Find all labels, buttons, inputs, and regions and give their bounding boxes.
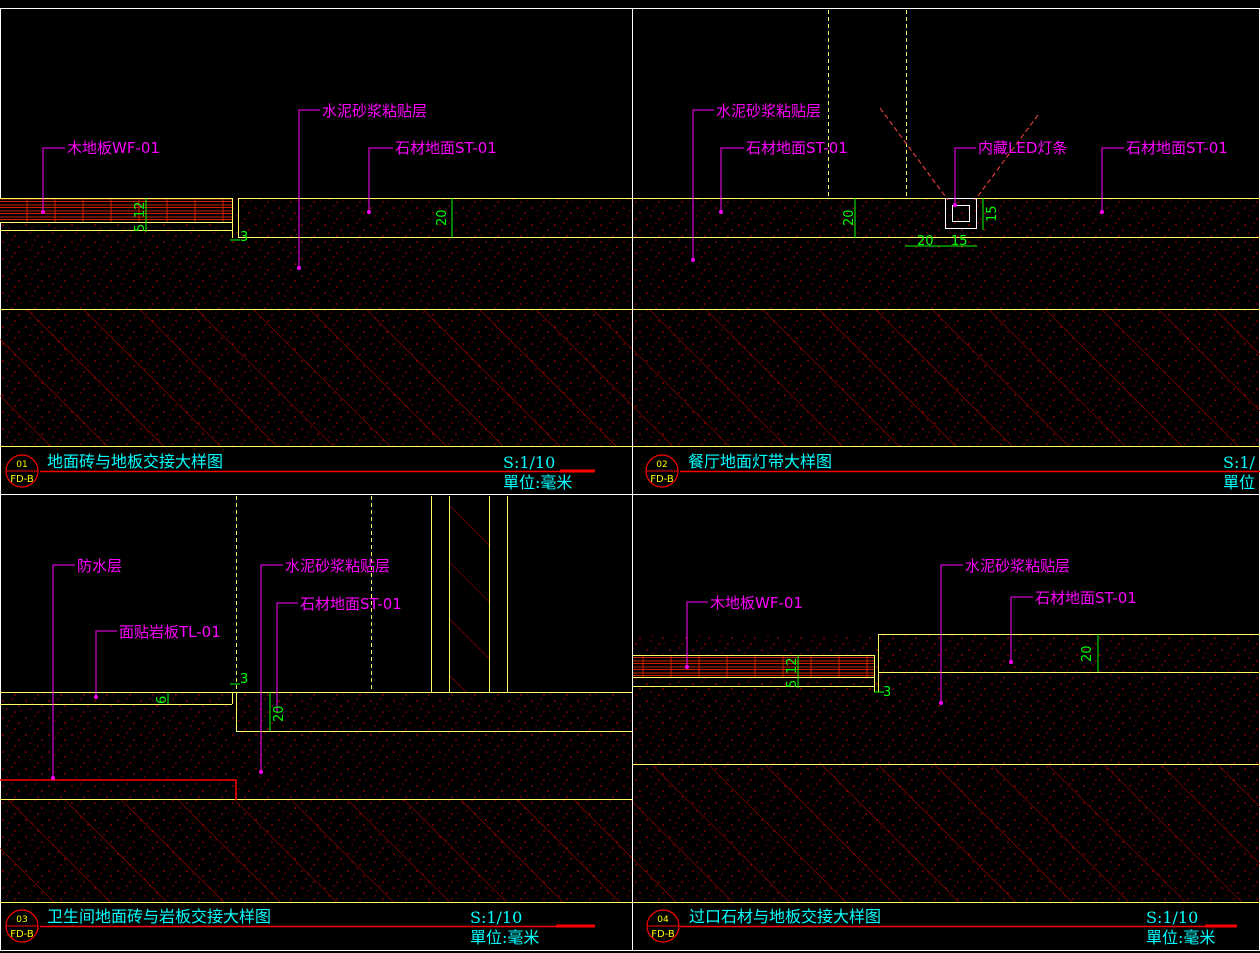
panel-02-substrate-hatch — [633, 310, 1260, 446]
panel-04-ref: FD-B — [651, 929, 675, 940]
panel-02-unit: 單位 — [1223, 473, 1255, 492]
panel-01-label-mortar: 水泥砂浆粘贴层 — [322, 102, 427, 120]
panel-03: 防水层 面贴岩板TL-01 水泥砂浆粘贴层 石材地面ST-01 6 3 20 0… — [0, 494, 632, 947]
panel-03-ref: FD-B — [10, 929, 34, 940]
panel-03-substrate-hatch — [0, 800, 632, 902]
panel-02-label-stone-right: 石材地面ST-01 — [1126, 139, 1228, 157]
panel-03-label-waterproof: 防水层 — [77, 557, 122, 575]
panel-01-dim-3: 3 — [240, 230, 248, 245]
panel-03-dim-20: 20 — [272, 705, 287, 722]
panel-01-number: 01 — [16, 460, 27, 470]
panel-02-dim-20-horizontal: 20 — [917, 234, 934, 249]
panel-04-dim-20: 20 — [1080, 645, 1095, 662]
panel-03-label-rock-slab: 面贴岩板TL-01 — [119, 623, 221, 641]
panel-01-dim-12: 12 — [133, 201, 148, 218]
panel-04-dim-5: 5 — [785, 680, 800, 688]
panel-04-title: 过口石材与地板交接大样图 — [689, 907, 881, 926]
panel-04-unit: 單位:毫米 — [1146, 928, 1215, 947]
panel-02-dim-15-horizontal: 15 — [951, 234, 968, 249]
panel-04-dim-3: 3 — [883, 685, 891, 700]
panel-02-dim-20-vertical: 20 — [842, 209, 857, 226]
panel-03-label-mortar: 水泥砂浆粘贴层 — [285, 557, 390, 575]
panel-03-title: 卫生间地面砖与岩板交接大样图 — [47, 907, 271, 926]
panel-04-dim-12: 12 — [785, 657, 800, 674]
panel-04-number: 04 — [657, 915, 669, 925]
panel-02-number: 02 — [656, 460, 667, 470]
panel-03-unit: 單位:毫米 — [470, 928, 539, 947]
panel-04-scale: S:1/10 — [1146, 908, 1198, 927]
panel-02-scale: S:1/ — [1223, 453, 1256, 472]
panel-02-ref: FD-B — [650, 474, 674, 485]
panel-01-substrate-hatch — [0, 310, 632, 446]
panel-02-label-mortar: 水泥砂浆粘贴层 — [716, 102, 821, 120]
panel-01-dim-20: 20 — [435, 209, 450, 226]
panel-01-ref: FD-B — [10, 474, 34, 485]
panel-03-dim-6: 6 — [155, 696, 170, 704]
panel-01-scale: S:1/10 — [503, 453, 555, 472]
panel-01-wood-floor — [0, 198, 232, 222]
panel-02: 水泥砂浆粘贴层 石材地面ST-01 内藏LED灯条 石材地面ST-01 20 2… — [633, 10, 1260, 495]
cad-drawing-canvas: 木地板WF-01 水泥砂浆粘贴层 石材地面ST-01 5 12 3 20 01 … — [0, 8, 1260, 951]
panel-01-unit: 單位:毫米 — [503, 473, 572, 492]
panel-02-dim-15-vertical: 15 — [985, 205, 1000, 222]
panel-03-number: 03 — [16, 915, 27, 925]
panel-03-dim-3: 3 — [240, 672, 248, 687]
panel-02-title: 餐厅地面灯带大样图 — [688, 452, 832, 471]
panel-01: 木地板WF-01 水泥砂浆粘贴层 石材地面ST-01 5 12 3 20 01 … — [0, 102, 632, 495]
panel-01-label-wood-floor: 木地板WF-01 — [67, 139, 160, 157]
panel-03-label-stone: 石材地面ST-01 — [300, 595, 402, 613]
panel-04-wood-floor — [633, 655, 874, 677]
panel-04: 木地板WF-01 水泥砂浆粘贴层 石材地面ST-01 5 12 3 20 04 … — [633, 557, 1260, 947]
panel-01-title: 地面砖与地板交接大样图 — [47, 452, 223, 471]
panel-02-label-stone-left: 石材地面ST-01 — [746, 139, 848, 157]
panel-04-label-mortar: 水泥砂浆粘贴层 — [965, 557, 1070, 575]
panel-04-substrate-hatch — [633, 765, 1260, 902]
panel-04-label-wood-floor: 木地板WF-01 — [710, 594, 803, 612]
panel-01-label-stone: 石材地面ST-01 — [395, 139, 497, 157]
panel-04-label-stone: 石材地面ST-01 — [1035, 589, 1137, 607]
panel-01-dim-5: 5 — [133, 224, 148, 232]
panel-03-wall-hatch — [449, 494, 489, 692]
panel-03-scale: S:1/10 — [470, 908, 522, 927]
panel-02-label-led-strip: 内藏LED灯条 — [978, 139, 1067, 157]
